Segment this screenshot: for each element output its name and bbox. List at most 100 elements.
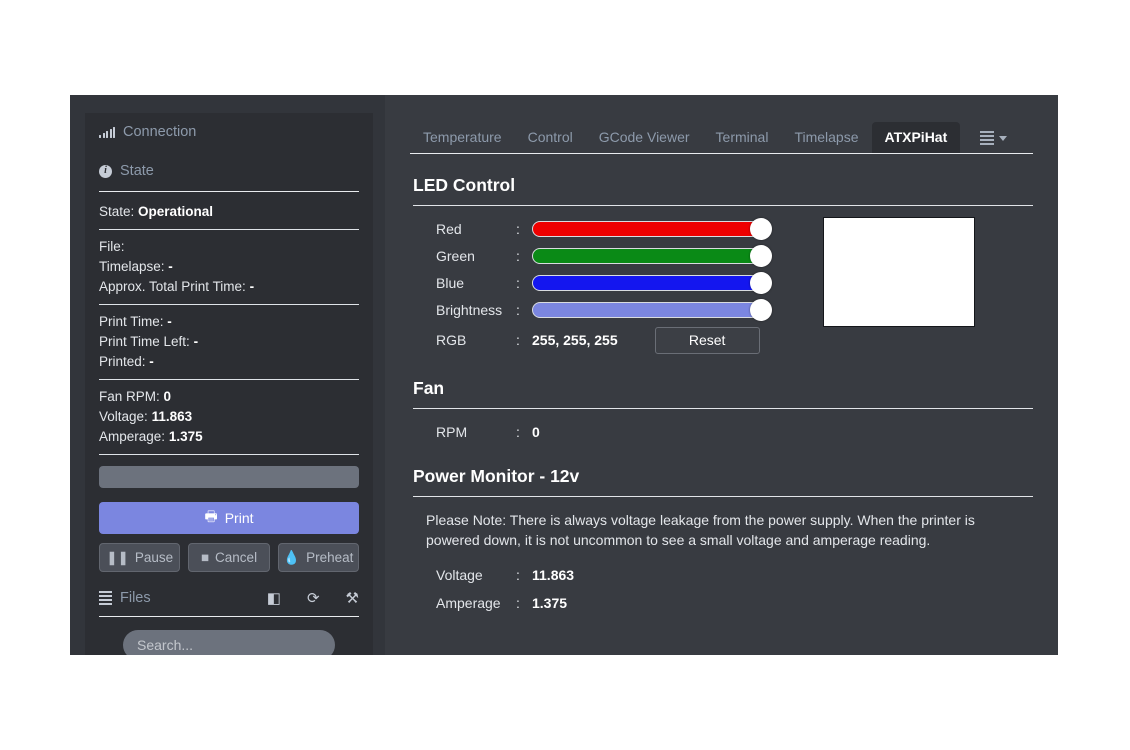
tab-atxpihat[interactable]: ATXPiHat <box>872 122 961 153</box>
led-sliders: Red : Green : Blue : <box>410 215 805 357</box>
sd-card-icon[interactable]: ◧ <box>267 591 281 606</box>
files-label: Files <box>120 590 151 606</box>
brightness-slider[interactable] <box>532 302 764 318</box>
sidebar-panel: Connection i State State: Operational Fi… <box>85 113 373 655</box>
pause-icon: ❚❚ <box>106 550 129 566</box>
state-row-voltage-value: 11.863 <box>152 409 193 424</box>
blue-slider-handle[interactable] <box>750 272 772 294</box>
fan-rule <box>413 408 1033 409</box>
state-label: State <box>120 163 154 179</box>
state-row-amperage-value: 1.375 <box>169 429 203 444</box>
preheat-button-label: Preheat <box>306 550 353 565</box>
led-control-title: LED Control <box>413 175 1033 196</box>
flame-icon: 💧 <box>283 550 300 566</box>
led-row-brightness: Brightness : <box>410 296 805 323</box>
led-row-brightness-colon: : <box>516 302 532 318</box>
stop-square-icon: ■ <box>201 550 209 565</box>
chevron-down-icon <box>999 136 1007 141</box>
state-divider-1 <box>99 229 359 230</box>
blue-slider[interactable] <box>532 275 764 291</box>
tab-temperature[interactable]: Temperature <box>410 122 515 153</box>
tab-gcode-viewer[interactable]: GCode Viewer <box>586 122 703 153</box>
files-search-wrap <box>99 617 359 655</box>
brightness-slider-handle[interactable] <box>750 299 772 321</box>
sidebar-item-state[interactable]: i State <box>99 151 359 191</box>
tab-timelapse[interactable]: Timelapse <box>781 122 871 153</box>
octoprint-window: Connection i State State: Operational Fi… <box>70 95 1058 655</box>
state-divider-3 <box>99 379 359 380</box>
rgb-value: 255, 255, 255 <box>532 332 618 348</box>
state-row-file: File: <box>99 237 359 257</box>
state-row-amperage: Amperage: 1.375 <box>99 427 359 447</box>
power-monitor-readings: Voltage : 11.863 Amperage : 1.375 <box>410 561 1033 617</box>
tab-bar-underline <box>410 153 1033 154</box>
reset-button[interactable]: Reset <box>655 327 760 354</box>
files-actions: ◧ ⟳ ⚒ <box>267 591 359 606</box>
led-color-preview <box>823 217 975 327</box>
preheat-button[interactable]: 💧 Preheat <box>278 543 359 572</box>
state-row-print-time-label: Print Time: <box>99 314 164 329</box>
signal-bars-icon <box>99 127 115 138</box>
search-input[interactable] <box>123 630 335 655</box>
pause-button[interactable]: ❚❚ Pause <box>99 543 180 572</box>
state-row-print-time-left: Print Time Left: - <box>99 332 359 352</box>
led-row-blue: Blue : <box>410 269 805 296</box>
sidebar: Connection i State State: Operational Fi… <box>70 95 385 655</box>
state-row-print-time-value: - <box>167 314 172 329</box>
state-row-print-time: Print Time: - <box>99 312 359 332</box>
led-row-red-label: Red <box>410 221 516 237</box>
print-button[interactable]: 🖶 Print <box>99 502 359 534</box>
red-slider-handle[interactable] <box>750 218 772 240</box>
power-voltage-colon: : <box>516 567 532 583</box>
sidebar-item-files[interactable]: Files ◧ ⟳ ⚒ <box>99 580 359 616</box>
info-circle-icon: i <box>99 165 112 178</box>
state-row-timelapse-value: - <box>168 259 173 274</box>
green-slider[interactable] <box>532 248 764 264</box>
refresh-icon[interactable]: ⟳ <box>307 591 320 606</box>
state-divider-2 <box>99 304 359 305</box>
state-row-fan-rpm-value: 0 <box>164 389 172 404</box>
green-slider-handle[interactable] <box>750 245 772 267</box>
state-row-print-time-left-label: Print Time Left: <box>99 334 190 349</box>
tab-bar: Temperature Control GCode Viewer Termina… <box>410 115 1033 153</box>
led-row-brightness-label: Brightness <box>410 302 516 318</box>
hamburger-icon <box>980 131 994 145</box>
power-row-amperage: Amperage : 1.375 <box>410 589 1033 617</box>
state-row-voltage-label: Voltage: <box>99 409 148 424</box>
cancel-button-label: Cancel <box>215 550 257 565</box>
sidebar-item-connection[interactable]: Connection <box>99 113 359 151</box>
state-divider-4 <box>99 454 359 455</box>
led-row-red-colon: : <box>516 221 532 237</box>
fan-title: Fan <box>413 378 1033 399</box>
state-row-printed: Printed: - <box>99 352 359 372</box>
tab-terminal[interactable]: Terminal <box>703 122 782 153</box>
fan-rpm-colon: : <box>516 424 532 440</box>
state-row-printed-label: Printed: <box>99 354 146 369</box>
cancel-button[interactable]: ■ Cancel <box>188 543 269 572</box>
led-row-rgb: RGB : 255, 255, 255 Reset <box>410 323 805 357</box>
rgb-colon: : <box>516 332 532 348</box>
print-button-label: Print <box>225 510 254 526</box>
power-amperage-value: 1.375 <box>532 595 567 611</box>
rgb-label: RGB <box>410 332 516 348</box>
state-row-print-time-left-value: - <box>194 334 199 349</box>
wrench-icon[interactable]: ⚒ <box>346 591 359 606</box>
state-row-timelapse: Timelapse: - <box>99 257 359 277</box>
state-row-fan-rpm: Fan RPM: 0 <box>99 387 359 407</box>
red-slider[interactable] <box>532 221 764 237</box>
print-progress-bar <box>99 466 359 488</box>
fan-row-rpm: RPM : 0 <box>410 418 1033 445</box>
tab-overflow-menu[interactable] <box>970 123 1017 153</box>
led-control-body: Red : Green : Blue : <box>410 215 1033 357</box>
connection-label: Connection <box>123 124 196 140</box>
state-row-amperage-label: Amperage: <box>99 429 165 444</box>
led-row-blue-colon: : <box>516 275 532 291</box>
tab-control[interactable]: Control <box>515 122 586 153</box>
power-amperage-colon: : <box>516 595 532 611</box>
state-row-voltage: Voltage: 11.863 <box>99 407 359 427</box>
state-row-state-value: Operational <box>138 204 213 219</box>
led-row-green-label: Green <box>410 248 516 264</box>
state-row-timelapse-label: Timelapse: <box>99 259 165 274</box>
power-voltage-label: Voltage <box>410 567 516 583</box>
print-action-buttons: ❚❚ Pause ■ Cancel 💧 Preheat <box>99 543 359 572</box>
